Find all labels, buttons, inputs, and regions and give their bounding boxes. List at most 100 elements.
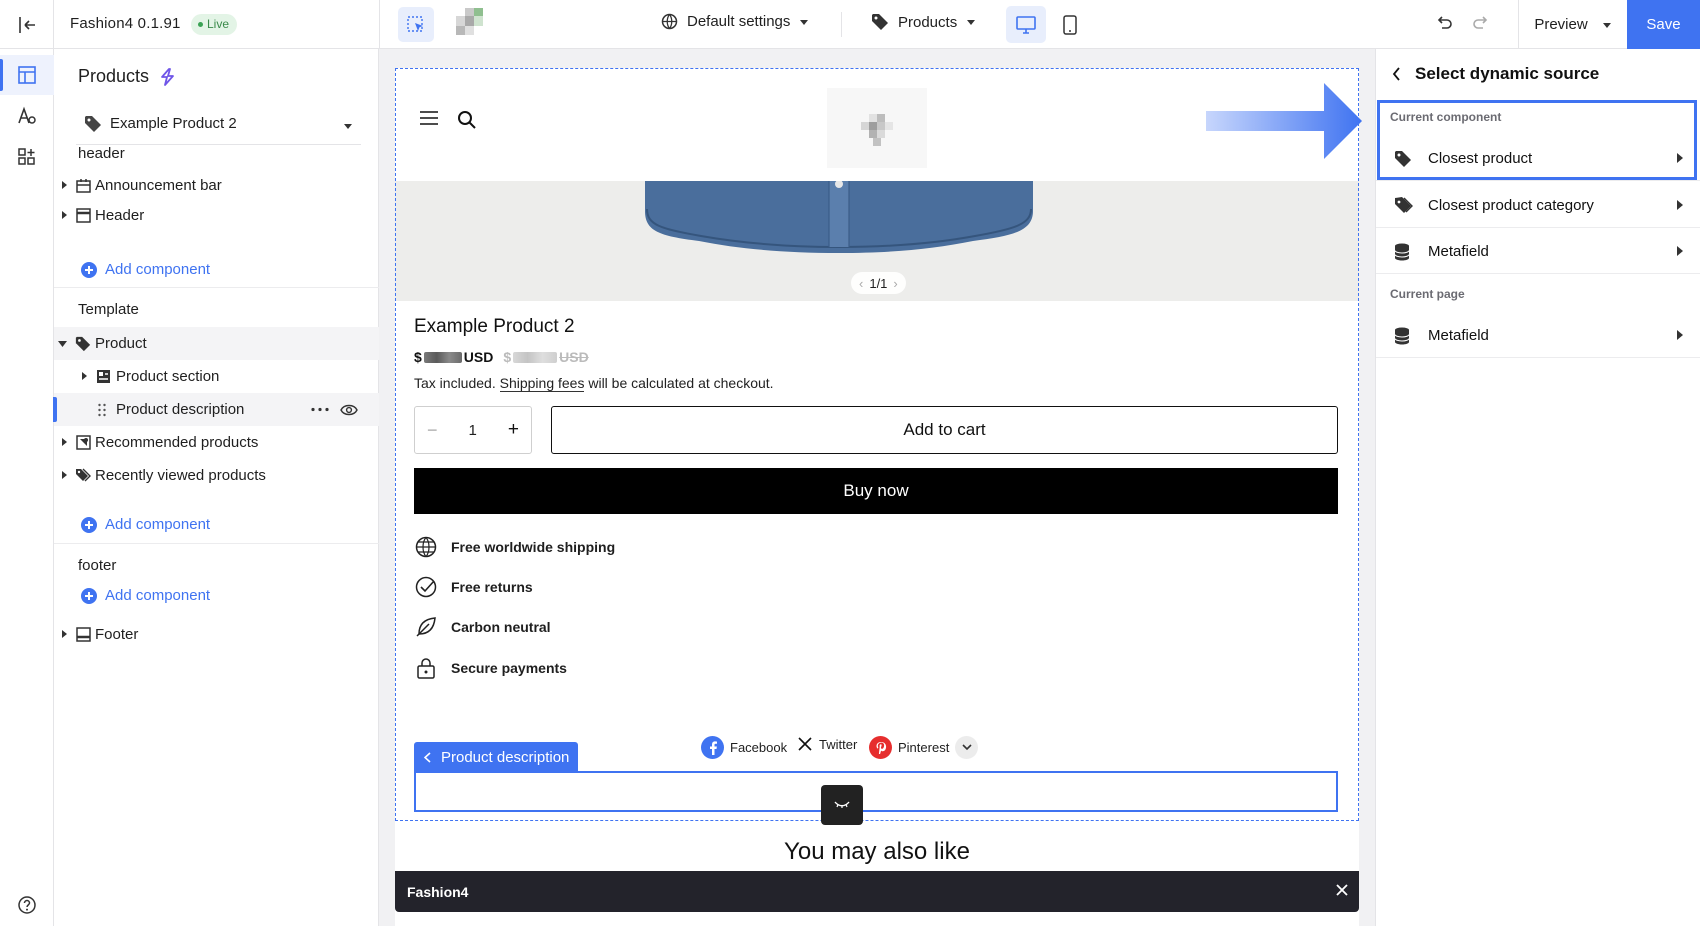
collapse-arrow-icon[interactable] (58, 340, 67, 348)
layer-product-section[interactable]: Product section (54, 360, 379, 393)
rail-help-button[interactable] (0, 885, 54, 925)
expand-arrow-icon[interactable] (60, 181, 68, 189)
preview-button[interactable]: Preview (1518, 0, 1627, 49)
add-component-footer[interactable]: Add component (81, 587, 210, 604)
divider (54, 287, 379, 288)
add-label: Add component (105, 587, 211, 604)
add-circle-icon (81, 516, 97, 533)
caret-down-icon (344, 124, 352, 129)
quantity-stepper[interactable]: − 1 + (414, 406, 532, 454)
feature-label: Free returns (451, 579, 533, 595)
close-icon[interactable] (1335, 883, 1349, 897)
layer-label: Product description (116, 401, 245, 418)
more-options-icon[interactable] (311, 407, 329, 412)
product-description-block[interactable] (414, 771, 1338, 812)
layer-announcement-bar[interactable]: Announcement bar (54, 169, 379, 202)
expand-arrow-icon[interactable] (60, 438, 68, 446)
selected-component-tab[interactable]: Product description (414, 742, 579, 772)
dynamic-link-icon (161, 67, 174, 86)
quantity-value[interactable]: 1 (469, 422, 477, 439)
source-metafield-component[interactable]: Metafield (1376, 229, 1700, 274)
divider (841, 12, 842, 37)
shipping-link[interactable]: Shipping fees (499, 375, 585, 392)
price-redacted (423, 351, 462, 363)
share-pinterest[interactable]: Pinterest (869, 736, 949, 759)
increase-button[interactable]: + (508, 419, 519, 441)
layer-label: Recommended products (95, 434, 259, 451)
layer-label: Announcement bar (95, 177, 222, 194)
exit-editor-button[interactable] (0, 0, 54, 49)
panel-title: Select dynamic source (1415, 64, 1600, 83)
share-label: Pinterest (898, 740, 950, 755)
decrease-button[interactable]: − (427, 420, 438, 441)
add-to-cart-button[interactable]: Add to cart (551, 406, 1338, 454)
source-label: Metafield (1428, 327, 1489, 344)
add-label: Add component (105, 516, 211, 533)
layer-footer[interactable]: Footer (54, 618, 379, 651)
page-type-dropdown[interactable]: Products (871, 13, 976, 31)
select-tool-button[interactable] (398, 7, 434, 42)
apps-icon (18, 148, 35, 165)
hide-toolbar-button[interactable] (821, 785, 863, 825)
you-may-also-like-heading: You may also like (784, 838, 970, 865)
dynamic-source-panel: Select dynamic source Current component … (1375, 49, 1700, 926)
layer-recommended-products[interactable]: Recommended products (54, 426, 379, 459)
pinterest-icon (869, 736, 892, 759)
layer-product[interactable]: Product (54, 327, 379, 360)
share-label: Facebook (730, 740, 788, 755)
rail-apps-button[interactable] (0, 137, 54, 177)
x-twitter-icon (798, 737, 812, 751)
share-twitter[interactable]: Twitter (797, 736, 857, 752)
expand-arrow-icon[interactable] (80, 372, 88, 380)
desktop-icon (1016, 15, 1036, 34)
save-button[interactable]: Save (1627, 0, 1700, 49)
caret-down-icon (967, 20, 976, 25)
preview-canvas: ‹ 1/1 › Example Product 2 $ USD $ USD Ta… (379, 49, 1375, 926)
store-logo[interactable] (827, 88, 927, 168)
product-selector[interactable]: Example Product 2 (76, 103, 361, 145)
top-bar: Fashion4 0.1.91 Live Default settings Pr… (0, 0, 1700, 49)
layer-product-description[interactable]: Product description (53, 393, 379, 426)
expand-arrow-icon[interactable] (60, 630, 68, 638)
rail-layout-button[interactable] (0, 55, 54, 95)
back-chevron-icon[interactable] (1392, 67, 1401, 81)
settings-dropdown[interactable]: Default settings (661, 13, 809, 30)
source-closest-category[interactable]: Closest product category (1376, 183, 1700, 228)
search-icon[interactable] (457, 110, 477, 130)
add-component-header[interactable]: Add component (81, 261, 210, 278)
share-more[interactable] (955, 736, 978, 759)
layer-label: Product (95, 335, 147, 352)
add-circle-icon (81, 587, 97, 604)
add-component-template[interactable]: Add component (81, 516, 210, 533)
tag-icon (85, 115, 101, 132)
feature-secure: Secure payments (415, 657, 567, 679)
add-circle-icon (81, 261, 97, 278)
redo-icon[interactable] (1472, 14, 1490, 32)
cursor-select-icon (407, 15, 423, 32)
share-facebook[interactable]: Facebook (701, 736, 787, 759)
preview-label: Preview (1534, 16, 1588, 33)
footer-block-icon (76, 627, 91, 642)
expand-arrow-icon[interactable] (60, 211, 68, 219)
desktop-view-button[interactable] (1006, 6, 1046, 43)
menu-icon[interactable] (419, 110, 439, 126)
layer-header[interactable]: Header (54, 199, 379, 232)
undo-icon[interactable] (1435, 14, 1453, 32)
visibility-eye-icon[interactable] (340, 403, 358, 417)
status-bar-title: Fashion4 (407, 883, 469, 900)
rail-styles-button[interactable] (0, 96, 54, 136)
eye-closed-icon (834, 801, 850, 808)
source-metafield-page[interactable]: Metafield (1376, 313, 1700, 358)
mobile-view-button[interactable] (1055, 6, 1085, 43)
layer-recently-viewed[interactable]: Recently viewed products (54, 459, 379, 492)
database-icon (1394, 243, 1410, 261)
drag-handle-icon[interactable] (97, 403, 107, 417)
source-label: Metafield (1428, 243, 1489, 260)
help-icon (18, 896, 36, 914)
expand-arrow-icon[interactable] (60, 471, 68, 479)
tags-icon (76, 468, 91, 482)
buy-now-button[interactable]: Buy now (414, 468, 1338, 514)
image-pager[interactable]: ‹ 1/1 › (851, 272, 906, 294)
layer-label: Product section (116, 368, 220, 385)
share-label: Twitter (819, 736, 858, 752)
